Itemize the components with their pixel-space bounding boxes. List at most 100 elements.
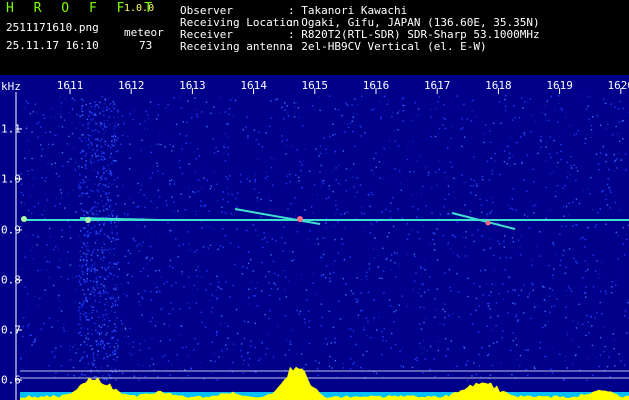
noise-dot xyxy=(517,239,520,241)
noise-dot xyxy=(201,187,203,189)
noise-dot xyxy=(461,174,463,176)
noise-dot xyxy=(393,130,396,132)
noise-dot xyxy=(240,181,242,183)
noise-dot xyxy=(436,259,439,261)
noise-dot xyxy=(120,322,123,324)
noise-dot xyxy=(108,123,111,126)
noise-dot xyxy=(558,102,560,104)
noise-dot xyxy=(64,207,66,209)
noise-dot xyxy=(88,319,91,321)
noise-dot xyxy=(115,263,118,265)
noise-dot xyxy=(142,267,145,270)
noise-dot xyxy=(257,359,260,362)
noise-dot xyxy=(539,341,542,344)
noise-dot xyxy=(94,108,97,111)
noise-dot xyxy=(456,221,459,223)
noise-dot xyxy=(25,235,27,237)
noise-dot xyxy=(94,269,97,271)
noise-dot xyxy=(90,112,92,114)
noise-dot xyxy=(369,232,372,234)
noise-dot xyxy=(605,292,607,294)
noise-dot xyxy=(60,310,63,312)
noise-dot xyxy=(388,140,391,142)
noise-dot xyxy=(519,136,522,138)
noise-dot xyxy=(108,168,110,170)
noise-dot xyxy=(137,363,140,366)
noise-dot xyxy=(31,131,33,133)
noise-dot xyxy=(530,130,532,133)
noise-dot xyxy=(86,273,89,275)
noise-dot xyxy=(379,277,381,279)
noise-dot xyxy=(559,264,561,266)
noise-dot xyxy=(139,374,142,377)
noise-dot xyxy=(110,210,113,212)
noise-dot xyxy=(599,273,601,275)
noise-dot xyxy=(94,138,97,140)
noise-dot xyxy=(79,312,81,315)
noise-dot xyxy=(157,375,159,378)
noise-dot xyxy=(196,275,198,278)
noise-dot xyxy=(264,237,266,239)
noise-dot xyxy=(368,267,370,270)
noise-dot xyxy=(299,310,302,313)
noise-dot xyxy=(448,314,450,317)
noise-dot xyxy=(83,327,86,329)
noise-dot xyxy=(525,369,527,371)
noise-dot xyxy=(329,135,331,138)
noise-dot xyxy=(95,277,97,280)
noise-dot xyxy=(287,208,289,210)
noise-dot xyxy=(277,274,279,277)
noise-dot xyxy=(229,175,231,177)
noise-dot xyxy=(78,281,81,283)
noise-dot xyxy=(86,267,89,269)
noise-dot xyxy=(127,335,129,338)
noise-dot xyxy=(44,180,46,182)
noise-dot xyxy=(206,270,208,272)
noise-dot xyxy=(109,297,111,299)
noise-dot xyxy=(627,301,629,304)
noise-dot xyxy=(460,128,462,130)
noise-dot xyxy=(453,177,455,179)
noise-dot xyxy=(344,226,346,229)
noise-dot xyxy=(210,311,212,313)
noise-dot xyxy=(89,135,91,137)
noise-dot xyxy=(44,289,46,291)
noise-dot xyxy=(365,317,368,319)
noise-dot xyxy=(382,336,384,338)
noise-dot xyxy=(332,134,334,136)
noise-dot xyxy=(181,271,183,273)
noise-dot xyxy=(71,97,74,100)
noise-dot xyxy=(592,116,594,118)
noise-dot xyxy=(101,251,104,254)
noise-dot xyxy=(90,371,92,374)
noise-dot xyxy=(201,111,203,113)
noise-dot xyxy=(168,325,170,327)
noise-dot xyxy=(169,229,171,232)
noise-dot xyxy=(588,118,590,120)
noise-dot xyxy=(520,289,523,292)
noise-dot xyxy=(356,177,358,179)
noise-dot xyxy=(113,274,115,277)
noise-dot xyxy=(78,168,80,170)
noise-dot xyxy=(439,322,441,325)
noise-dot xyxy=(140,185,142,187)
noise-dot xyxy=(114,301,116,303)
noise-dot xyxy=(509,152,511,154)
noise-dot xyxy=(421,185,424,188)
noise-dot xyxy=(104,143,107,145)
noise-dot xyxy=(369,205,371,208)
noise-dot xyxy=(255,139,258,141)
noise-dot xyxy=(71,132,74,135)
noise-dot xyxy=(261,341,263,344)
noise-dot xyxy=(117,195,119,197)
noise-dot xyxy=(519,246,521,249)
noise-dot xyxy=(169,180,171,182)
noise-dot xyxy=(39,126,42,128)
noise-dot xyxy=(42,114,45,116)
noise-dot xyxy=(465,363,468,366)
noise-dot xyxy=(159,290,161,293)
noise-dot xyxy=(91,306,93,308)
noise-dot xyxy=(92,190,94,193)
noise-dot xyxy=(391,332,393,335)
noise-dot xyxy=(589,326,591,328)
